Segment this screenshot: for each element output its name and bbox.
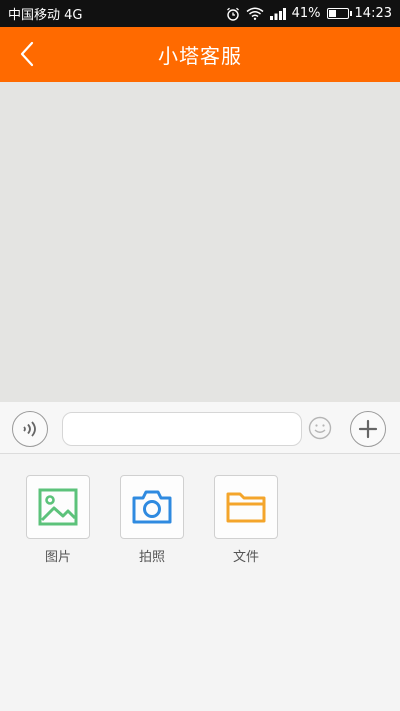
- status-time: 14:23: [354, 6, 392, 21]
- carrier-label: 中国移动 4G: [8, 8, 83, 23]
- attach-image-tile[interactable]: [26, 475, 90, 539]
- attach-camera-tile[interactable]: [120, 475, 184, 539]
- back-button[interactable]: [10, 37, 44, 71]
- camera-icon: [132, 490, 172, 524]
- page-title: 小塔客服: [158, 44, 242, 68]
- app-header: 小塔客服: [0, 27, 400, 82]
- attach-camera-option[interactable]: 拍照: [120, 475, 184, 565]
- input-bar: [0, 402, 400, 454]
- smiley-icon: [308, 416, 332, 440]
- battery-icon: [326, 8, 352, 19]
- voice-input-button[interactable]: [12, 411, 48, 447]
- more-options-button[interactable]: [350, 411, 386, 447]
- attach-image-label: 图片: [44, 550, 71, 565]
- battery-fill: [328, 10, 336, 17]
- image-icon: [38, 488, 78, 526]
- signal-icon: [269, 7, 286, 20]
- status-left: 中国移动 4G: [8, 4, 82, 23]
- voice-icon: [23, 421, 36, 437]
- attach-file-label: 文件: [232, 550, 259, 565]
- folder-icon: [226, 492, 266, 523]
- status-bar: 中国移动 4G 41% 14:23: [0, 0, 400, 27]
- battery-percent: 41%: [291, 6, 321, 21]
- attach-image-option[interactable]: 图片: [26, 475, 90, 565]
- alarm-icon: [226, 7, 240, 21]
- attach-file-tile[interactable]: [214, 475, 278, 539]
- attach-camera-label: 拍照: [138, 550, 165, 565]
- message-input[interactable]: [62, 412, 302, 446]
- emoji-button[interactable]: [308, 416, 332, 440]
- chevron-left-icon: [20, 41, 34, 67]
- chat-message-area[interactable]: [0, 82, 400, 402]
- status-right: 41% 14:23: [226, 6, 392, 21]
- attachment-panel: 图片 拍照 文件: [0, 454, 400, 711]
- wifi-icon: [246, 7, 264, 20]
- plus-icon: [358, 419, 378, 439]
- attach-file-option[interactable]: 文件: [214, 475, 278, 565]
